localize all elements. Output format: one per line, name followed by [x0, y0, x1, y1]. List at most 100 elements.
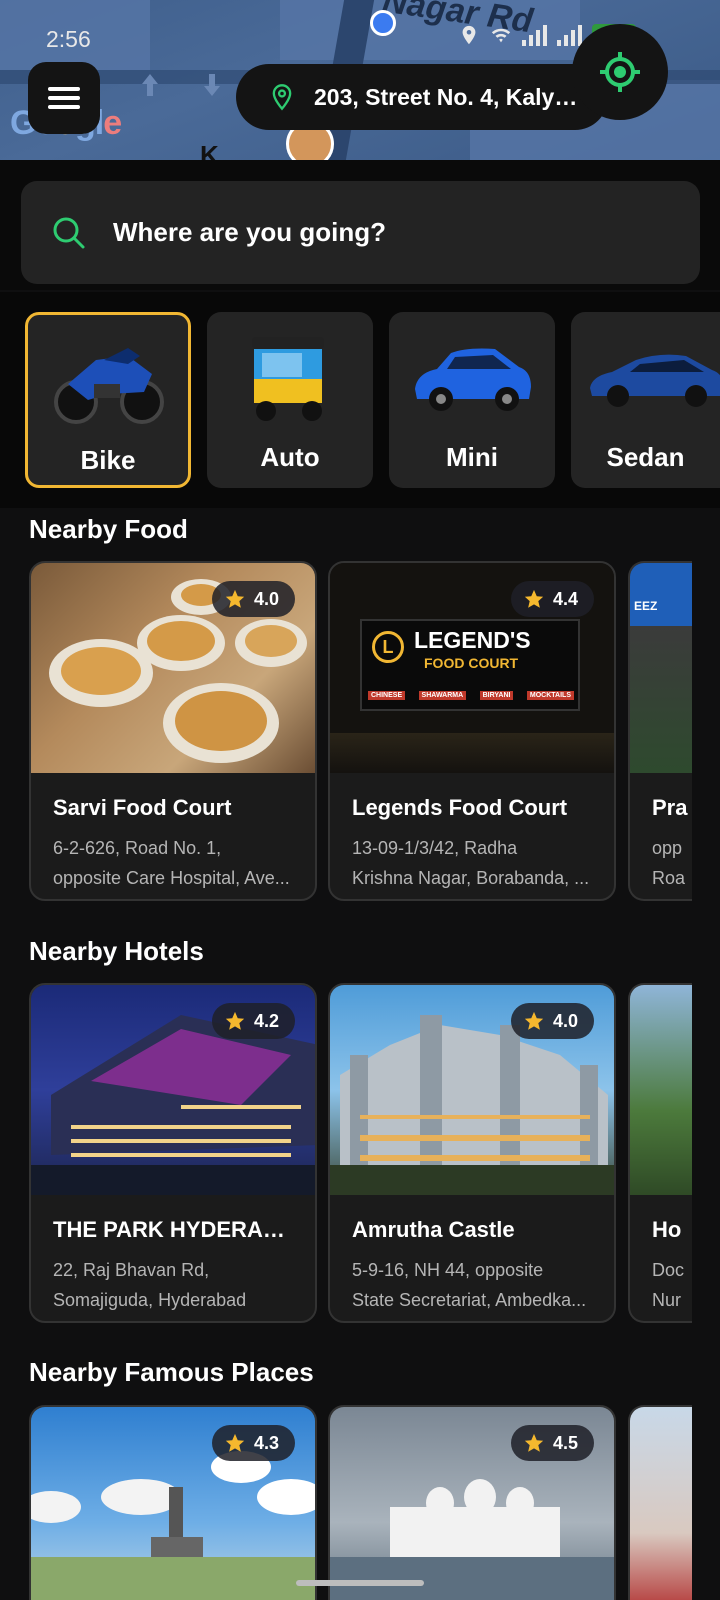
wifi-icon: [491, 28, 511, 43]
rating-badge: 4.4: [510, 581, 594, 617]
place-name: Pra: [652, 795, 688, 820]
address-line: Doc: [652, 1260, 685, 1280]
food-card[interactable]: L LEGEND'S FOOD COURT CHINESE SHAWARMA B…: [328, 561, 616, 901]
motorcycle-icon: [38, 327, 178, 437]
hamburger-icon: [48, 82, 80, 114]
place-address: 22, Raj Bhavan Rd, Somajiguda, Hyderabad: [53, 1255, 297, 1315]
place-name: THE PARK HYDERAB...: [53, 1217, 297, 1242]
address-line: Krishna Nagar, Borabanda, ...: [352, 868, 590, 888]
location-status-icon: [462, 25, 476, 45]
place-image: 4.3: [31, 1407, 315, 1600]
place-name: Sarvi Food Court: [53, 795, 232, 820]
auto-rickshaw-icon: [220, 324, 360, 434]
section-title-hotels: Nearby Hotels: [29, 936, 204, 966]
vehicle-label: Bike: [80, 445, 136, 475]
hotel-image: 4.0: [330, 985, 614, 1195]
peek-sign-text: EEZ: [634, 599, 658, 613]
sign-logo: L: [372, 631, 404, 663]
address-line: Nur: [652, 1290, 682, 1310]
sign-subtitle: FOOD COURT: [424, 655, 519, 671]
address-line: Somajiguda, Hyderabad: [53, 1290, 247, 1310]
sedan-car-icon: [586, 324, 720, 434]
address-line: Roa: [652, 868, 686, 888]
place-card-partial[interactable]: [628, 1405, 692, 1600]
vehicle-label: Auto: [260, 442, 320, 472]
vehicle-label: Mini: [446, 442, 498, 472]
address-line: opp: [652, 838, 683, 858]
address-line: 13-09-1/3/42, Radha: [352, 838, 518, 858]
location-pin-icon: [272, 84, 292, 111]
place-name: Amrutha Castle: [352, 1217, 515, 1242]
hotel-card-partial[interactable]: Ho Doc Nur: [628, 983, 692, 1323]
food-card-partial[interactable]: EEZ Pra opp Roa: [628, 561, 692, 901]
status-time: 2:56: [46, 26, 91, 52]
rating-badge: 4.3: [211, 1425, 295, 1461]
hotel-card[interactable]: 4.2 THE PARK HYDERAB... 22, Raj Bhavan R…: [29, 983, 317, 1323]
star-icon: [524, 589, 544, 608]
rating-value: 4.4: [552, 588, 578, 609]
rating-badge: 4.0: [510, 1003, 594, 1039]
address-line: opposite Care Hospital, Ave...: [53, 868, 290, 888]
food-image: 4.0: [31, 563, 315, 773]
place-address: Doc Nur: [652, 1255, 692, 1315]
place-image: 4.5: [330, 1407, 614, 1600]
food-court-sign: L LEGEND'S FOOD COURT CHINESE SHAWARMA B…: [360, 619, 580, 711]
section-title-places: Nearby Famous Places: [29, 1357, 314, 1387]
food-image: L LEGEND'S FOOD COURT CHINESE SHAWARMA B…: [330, 563, 614, 773]
menu-button[interactable]: [28, 62, 100, 134]
rating-badge: 4.5: [510, 1425, 594, 1461]
signal-icon: [522, 24, 547, 46]
search-placeholder: Where are you going?: [113, 217, 387, 247]
place-name: Ho: [652, 1217, 682, 1242]
vehicle-option-sedan[interactable]: Sedan: [571, 312, 720, 488]
vehicle-option-bike[interactable]: Bike: [25, 312, 191, 488]
search-icon: [53, 217, 85, 248]
recenter-gps-button[interactable]: [572, 24, 668, 120]
sign-item: CHINESE: [368, 691, 406, 700]
sign-item: SHAWARMA: [418, 691, 467, 700]
home-indicator[interactable]: [296, 1580, 424, 1586]
sign-item: BIRYANI: [479, 691, 514, 700]
food-card[interactable]: 4.0 Sarvi Food Court 6-2-626, Road No. 1…: [29, 561, 317, 901]
vehicle-label: Sedan: [606, 442, 685, 472]
hotel-image: [630, 985, 692, 1195]
pickup-address: 203, Street No. 4, Kalya...: [314, 83, 584, 110]
destination-search-box[interactable]: Where are you going?: [21, 181, 700, 284]
place-address: 5-9-16, NH 44, opposite State Secretaria…: [352, 1255, 596, 1315]
sign-brand: LEGEND'S: [414, 627, 531, 653]
signal-icon: [557, 24, 582, 46]
rating-value: 4.2: [253, 1010, 279, 1031]
place-card[interactable]: 4.5: [328, 1405, 616, 1600]
address-line: 5-9-16, NH 44, opposite: [352, 1260, 544, 1280]
star-icon: [524, 1011, 544, 1030]
rating-value: 4.5: [552, 1432, 578, 1453]
place-card[interactable]: 4.3: [29, 1405, 317, 1600]
hotel-card[interactable]: 4.0 Amrutha Castle 5-9-16, NH 44, opposi…: [328, 983, 616, 1323]
gps-target-icon: [600, 52, 640, 92]
hatchback-car-icon: [402, 324, 542, 434]
rating-value: 4.0: [253, 588, 279, 609]
pickup-location-pill[interactable]: 203, Street No. 4, Kalya...: [236, 64, 608, 130]
rating-badge: 4.0: [211, 581, 295, 617]
rating-value: 4.3: [253, 1432, 279, 1453]
section-title-food: Nearby Food: [29, 514, 188, 544]
map-arrow-icon: [204, 74, 220, 96]
address-line: 22, Raj Bhavan Rd,: [53, 1260, 210, 1280]
map-arrow-icon: [142, 74, 158, 96]
food-image: EEZ: [630, 563, 692, 773]
sign-item: MOCKTAILS: [526, 691, 574, 700]
vehicle-option-auto[interactable]: Auto: [207, 312, 373, 488]
rating-badge: 4.2: [211, 1003, 295, 1039]
current-location-dot: [370, 10, 396, 36]
star-icon: [225, 589, 245, 608]
place-address: 6-2-626, Road No. 1, opposite Care Hospi…: [53, 833, 297, 893]
place-image: [630, 1407, 692, 1600]
map-street-letter: K: [200, 140, 219, 160]
star-icon: [524, 1433, 544, 1452]
place-name: Legends Food Court: [352, 795, 568, 820]
vehicle-option-mini[interactable]: Mini: [389, 312, 555, 488]
rating-value: 4.0: [552, 1010, 578, 1031]
hotel-image: 4.2: [31, 985, 315, 1195]
address-line: State Secretariat, Ambedka...: [352, 1290, 587, 1310]
address-line: 6-2-626, Road No. 1,: [53, 838, 222, 858]
